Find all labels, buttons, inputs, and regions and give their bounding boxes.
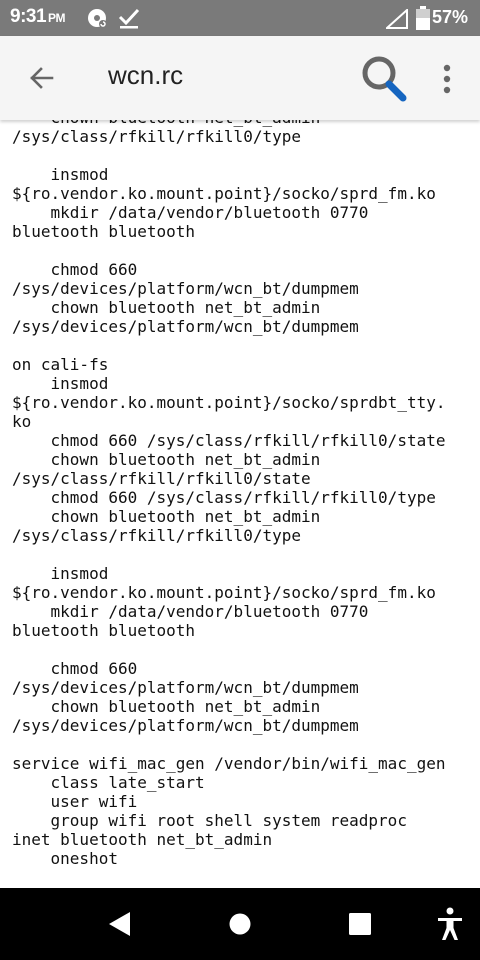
status-bar: 9:31 PM 57% xyxy=(0,0,480,36)
battery-icon xyxy=(416,6,430,30)
app-bar: wcn.rc xyxy=(0,36,480,120)
sync-disc-icon xyxy=(88,9,107,28)
status-time: 9:31 PM xyxy=(10,6,66,28)
file-content-text: chown bluetooth net_bt_admin /sys/class/… xyxy=(12,120,446,868)
status-time-value: 9:31 xyxy=(10,6,47,27)
search-icon[interactable] xyxy=(358,54,410,106)
accessibility-icon[interactable] xyxy=(430,904,470,944)
back-arrow-icon[interactable] xyxy=(22,58,62,98)
page-title: wcn.rc xyxy=(108,60,184,90)
file-content-viewer[interactable]: chown bluetooth net_bt_admin /sys/class/… xyxy=(0,120,480,888)
battery-percent: 57% xyxy=(431,7,468,27)
check-icon xyxy=(118,8,140,29)
navigation-bar xyxy=(0,888,480,960)
status-time-ampm: PM xyxy=(48,11,66,25)
back-triangle-icon[interactable] xyxy=(100,904,140,944)
cell-signal-icon xyxy=(386,9,408,29)
more-vert-icon[interactable] xyxy=(432,60,462,100)
home-circle-icon[interactable] xyxy=(220,904,260,944)
recents-square-icon[interactable] xyxy=(340,904,380,944)
